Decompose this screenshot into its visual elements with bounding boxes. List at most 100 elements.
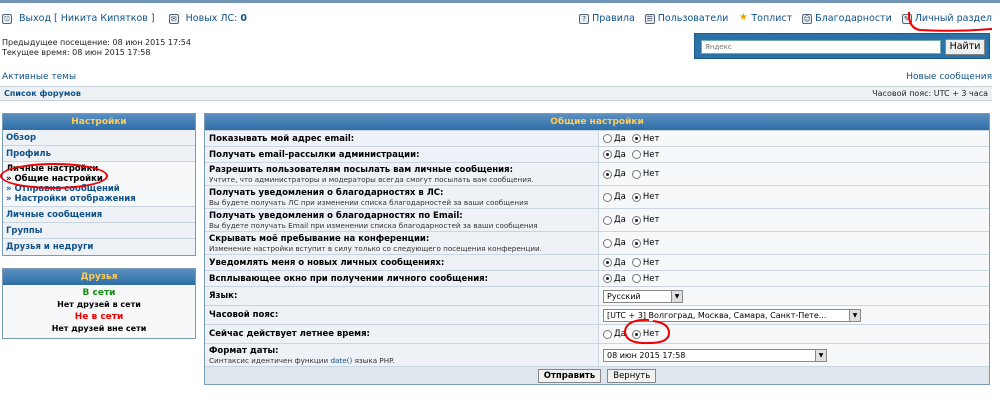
top-border <box>0 0 1000 3</box>
prev-visit: Предыдущее посещение: 08 июн 2015 17:54 <box>2 38 191 47</box>
forum-list-link[interactable]: Список форумов <box>4 89 81 98</box>
logout-link[interactable]: Выход [ Никита Кипятков ] <box>19 13 155 24</box>
radio-yes-label: Да <box>614 215 626 225</box>
radio-yes[interactable] <box>603 238 612 248</box>
friends-panel: Друзья В сети Нет друзей в сети Не в сет… <box>2 268 196 339</box>
new-pm-link[interactable]: Новых ЛС: 0 <box>186 13 247 24</box>
inbox-icon: ✉ <box>168 13 179 24</box>
radio-no[interactable] <box>631 134 641 143</box>
chevron-down-icon: ▼ <box>671 290 682 302</box>
new-messages-link[interactable]: Новые сообщения <box>906 72 992 82</box>
radio-yes[interactable] <box>603 134 612 143</box>
setting-row: Уведомлять меня о новых личных сообщения… <box>205 254 989 270</box>
radio-yes-label: Да <box>614 133 626 144</box>
radio-yes-label: Да <box>614 149 626 160</box>
reset-button[interactable]: Вернуть <box>607 368 657 383</box>
chevron-down-icon: ▼ <box>815 349 826 361</box>
online-heading: В сети <box>82 288 116 298</box>
setting-label: Скрывать моё пребывание на конференции: <box>209 233 430 244</box>
radio-yes[interactable] <box>603 274 612 283</box>
radio-no[interactable] <box>631 274 641 283</box>
toplist-link[interactable]: Топлист <box>751 13 792 24</box>
offline-heading: Не в сети <box>74 312 124 322</box>
row-dst: Сейчас действует летнее время: Да Нет <box>205 318 989 345</box>
setting-row: Показывать мой адрес email: Да Нет <box>205 130 989 146</box>
online-none: Нет друзей в сети <box>57 300 141 309</box>
radio-yes[interactable] <box>603 215 612 225</box>
general-settings-title: Общие настройки <box>205 114 989 130</box>
settings-menu-title: Настройки <box>3 114 195 130</box>
radio-no-label: Нет <box>642 133 660 144</box>
search-box: Найти <box>694 33 990 59</box>
setting-label: Разрешить пользователям посылать вам лич… <box>209 164 513 175</box>
search-input[interactable] <box>701 40 941 54</box>
radio-no[interactable] <box>631 215 641 225</box>
timezone-label: Часовой пояс: <box>209 310 279 320</box>
setting-row: Всплывающее окно при получении личного с… <box>205 270 989 286</box>
forum-bar: Список форумов Часовой пояс: UTC + 3 час… <box>0 86 992 101</box>
search-button[interactable]: Найти <box>945 39 985 55</box>
radio-no-label: Нет <box>642 149 660 160</box>
radio-no[interactable] <box>631 169 641 179</box>
radio-no-label: Нет <box>642 215 660 225</box>
setting-label: Всплывающее окно при получении личного с… <box>209 273 489 284</box>
setting-label: Показывать мой адрес email: <box>209 133 355 144</box>
radio-no[interactable] <box>631 258 641 267</box>
setting-description: Учтите, что администраторы и модераторы … <box>209 174 534 184</box>
radio-yes-label: Да <box>614 169 626 179</box>
radio-no-label: Нет <box>642 169 660 179</box>
language-value: Русский <box>607 291 641 301</box>
radio-no[interactable] <box>631 238 641 248</box>
offline-none: Нет друзей вне сети <box>51 324 147 333</box>
setting-description: Вы будете получать ЛС при изменении спис… <box>209 197 529 207</box>
setting-description: Изменение настройки вступит в силу тольк… <box>209 243 542 253</box>
radio-yes[interactable] <box>603 192 612 202</box>
language-label: Язык: <box>209 291 238 301</box>
radio-no-label: Нет <box>642 257 660 268</box>
radio-yes-label: Да <box>614 238 626 248</box>
setting-row: Получать уведомления о благодарностях в … <box>205 185 989 208</box>
visit-info: Предыдущее посещение: 08 июн 2015 17:54 … <box>2 38 191 58</box>
menu-overview[interactable]: Обзор <box>3 130 195 146</box>
form-buttons: Отправить Вернуть <box>205 366 989 384</box>
friends-title: Друзья <box>3 269 195 285</box>
menu-profile[interactable]: Профиль <box>3 146 195 162</box>
dst-yes-radio[interactable] <box>603 329 612 339</box>
thanks-link[interactable]: Благодарности <box>815 13 892 24</box>
setting-row: Разрешить пользователям посылать вам лич… <box>205 162 989 185</box>
menu-display[interactable]: » Настройки отображения <box>6 194 192 204</box>
settings-rows: Показывать мой адрес email: Да Нет Получать… <box>205 130 989 286</box>
radio-no-label: Нет <box>642 273 660 284</box>
active-topics-link[interactable]: Активные темы <box>2 72 76 82</box>
radio-no-label: Нет <box>642 238 660 248</box>
dst-label: Сейчас действует летнее время: <box>209 329 370 339</box>
chevron-down-icon: ▼ <box>849 309 860 321</box>
setting-label: Получать email-рассылки администрации: <box>209 149 420 160</box>
date-format-select[interactable]: 08 июн 2015 17:58 ▼ <box>603 348 827 362</box>
radio-yes[interactable] <box>603 169 612 179</box>
language-select[interactable]: Русский ▼ <box>603 289 683 303</box>
date-desc-post: языка PHP. <box>354 355 395 365</box>
row-timezone: Часовой пояс: [UTC + 3] Волгоград, Москв… <box>205 305 989 324</box>
setting-description: Вы будете получать Email при изменении с… <box>209 220 538 230</box>
setting-label: Уведомлять меня о новых личных сообщения… <box>209 257 445 268</box>
radio-yes-label: Да <box>614 257 626 268</box>
radio-no[interactable] <box>631 150 641 159</box>
radio-yes[interactable] <box>603 150 612 159</box>
date-function-link[interactable]: date() <box>330 356 352 365</box>
radio-yes[interactable] <box>603 258 612 267</box>
radio-no[interactable] <box>631 192 641 202</box>
users-link[interactable]: Пользователи <box>658 13 729 24</box>
submit-button[interactable]: Отправить <box>537 368 602 383</box>
menu-pm[interactable]: Личные сообщения <box>3 207 195 223</box>
date-format-desc: Синтаксис идентичен функции date() языка… <box>209 356 594 365</box>
general-settings: Общие настройки Показывать мой адрес ema… <box>204 113 990 385</box>
menu-friends-foes[interactable]: Друзья и недруги <box>3 239 195 255</box>
rules-icon: ? <box>579 13 590 24</box>
users-icon: ☰ <box>644 13 655 24</box>
rules-link[interactable]: Правила <box>592 13 635 24</box>
setting-row: Скрывать моё пребывание на конференции: И… <box>205 231 989 254</box>
annotation-underline <box>907 11 993 32</box>
menu-groups[interactable]: Группы <box>3 223 195 239</box>
radio-yes-label: Да <box>614 192 626 202</box>
